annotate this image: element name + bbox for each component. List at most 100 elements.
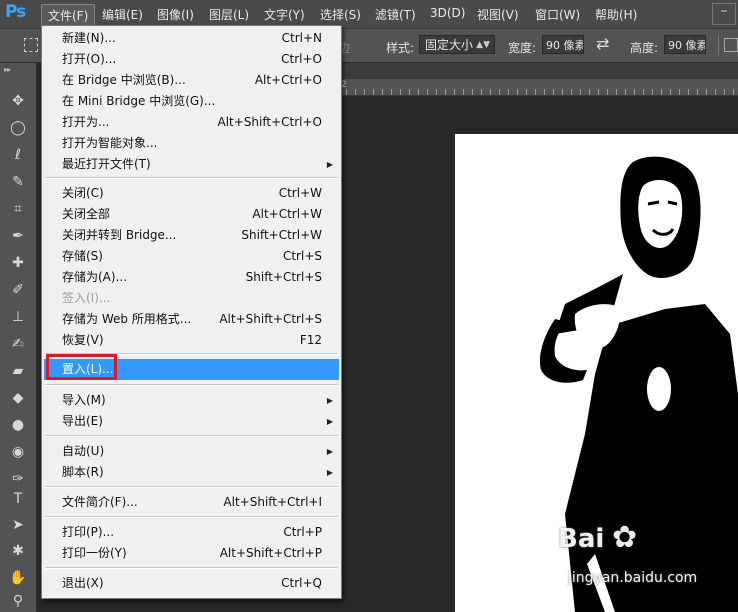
menu-item-save[interactable]: 存储(S) Ctrl+S bbox=[42, 246, 341, 267]
divider bbox=[718, 35, 719, 55]
ellipse-marquee-icon[interactable]: ◯ bbox=[8, 118, 28, 138]
menu-separator bbox=[45, 567, 338, 569]
menu-item-label: 脚本(R) bbox=[62, 465, 104, 479]
type-tool-icon[interactable]: T bbox=[8, 489, 28, 509]
width-label: 宽度: bbox=[508, 41, 537, 55]
menu-item-close[interactable]: 关闭(C) Ctrl+W bbox=[42, 183, 341, 204]
menu-item-label: 打开(O)... bbox=[62, 52, 117, 66]
menu-item-label: 关闭(C) bbox=[62, 186, 104, 200]
dodge-icon[interactable]: ◉ bbox=[8, 442, 28, 462]
menu-view[interactable]: 视图(V) bbox=[477, 6, 519, 23]
menu-item-file-info[interactable]: 文件简介(F)... Alt+Shift+Ctrl+I bbox=[42, 492, 341, 513]
menu-3d[interactable]: 3D(D) bbox=[430, 6, 465, 20]
hand-icon[interactable]: ✋ bbox=[8, 568, 28, 588]
menu-type[interactable]: 文字(Y) bbox=[264, 6, 305, 23]
menu-separator bbox=[45, 435, 338, 437]
menu-item-label: 在 Bridge 中浏览(B)... bbox=[62, 73, 186, 87]
submenu-arrow-icon: ▶ bbox=[326, 468, 333, 477]
menu-item-shortcut: Ctrl+S bbox=[282, 249, 322, 263]
menu-item-shortcut: Ctrl+Q bbox=[281, 576, 322, 590]
marquee-tool-icon[interactable] bbox=[24, 38, 38, 52]
zoom-icon[interactable]: ⚲ bbox=[8, 591, 28, 611]
menu-item-label: 打开为... bbox=[62, 115, 110, 129]
menu-item-browse-bridge[interactable]: 在 Bridge 中浏览(B)... Alt+Ctrl+O bbox=[42, 70, 341, 91]
horizontal-ruler: 2 bbox=[337, 79, 738, 96]
menu-item-shortcut: Alt+Shift+Ctrl+I bbox=[223, 495, 322, 509]
style-select[interactable]: 固定大小 ▲▼ bbox=[419, 35, 495, 54]
menu-item-new[interactable]: 新建(N)... Ctrl+N bbox=[42, 28, 341, 49]
healing-brush-icon[interactable]: ✚ bbox=[8, 253, 28, 273]
menu-help[interactable]: 帮助(H) bbox=[595, 6, 637, 23]
menu-layer[interactable]: 图层(L) bbox=[209, 6, 249, 23]
menu-item-label: 存储为 Web 所用格式... bbox=[62, 312, 192, 326]
menu-item-open-as[interactable]: 打开为... Alt+Shift+Ctrl+O bbox=[42, 112, 341, 133]
menu-item-automate[interactable]: 自动(U) ▶ bbox=[42, 441, 341, 462]
history-brush-icon[interactable]: ✍ bbox=[8, 334, 28, 354]
watermark-url: jingyan.baidu.com bbox=[568, 570, 698, 586]
clone-stamp-icon[interactable]: ⊥ bbox=[8, 307, 28, 327]
menu-item-label: 恢复(V) bbox=[62, 333, 104, 347]
paint-bucket-icon[interactable]: ◆ bbox=[8, 388, 28, 408]
menu-item-close-go-bridge[interactable]: 关闭并转到 Bridge... Shift+Ctrl+W bbox=[42, 225, 341, 246]
eraser-icon[interactable]: ▰ bbox=[8, 361, 28, 381]
height-label: 高度: bbox=[630, 41, 659, 55]
eyedropper-icon[interactable]: ✒ bbox=[8, 226, 28, 246]
menu-item-recent-files[interactable]: 最近打开文件(T) ▶ bbox=[42, 154, 341, 175]
menu-edit[interactable]: 编辑(E) bbox=[102, 6, 143, 23]
menu-item-import[interactable]: 导入(M) ▶ bbox=[42, 390, 341, 411]
menu-item-label: 存储(S) bbox=[62, 249, 103, 263]
menu-item-save-for-web[interactable]: 存储为 Web 所用格式... Alt+Shift+Ctrl+S bbox=[42, 309, 341, 330]
collapse-icon[interactable]: ▸▸ bbox=[4, 65, 11, 74]
blur-icon[interactable]: ● bbox=[8, 415, 28, 435]
menu-item-shortcut: Alt+Ctrl+W bbox=[252, 207, 322, 221]
menu-file[interactable]: 文件(F) bbox=[41, 4, 96, 27]
lasso-icon[interactable]: ℓ bbox=[8, 145, 28, 165]
width-input[interactable]: 90 像素 bbox=[542, 35, 584, 54]
brush-icon[interactable]: ✐ bbox=[8, 280, 28, 300]
menu-item-open-smart-object[interactable]: 打开为智能对象... bbox=[42, 133, 341, 154]
quick-select-icon[interactable]: ✎ bbox=[8, 172, 28, 192]
menu-select[interactable]: 选择(S) bbox=[320, 6, 361, 23]
menu-item-label: 在 Mini Bridge 中浏览(G)... bbox=[62, 94, 216, 108]
path-select-icon[interactable]: ➤ bbox=[8, 515, 28, 535]
menu-filter[interactable]: 滤镜(T) bbox=[375, 6, 416, 23]
style-select-value: 固定大小 bbox=[425, 38, 474, 52]
menu-item-open[interactable]: 打开(O)... Ctrl+O bbox=[42, 49, 341, 70]
menu-item-shortcut: Shift+Ctrl+S bbox=[245, 270, 322, 284]
menu-item-label: 打印(P)... bbox=[62, 525, 115, 539]
menu-item-label: 最近打开文件(T) bbox=[62, 157, 151, 171]
menu-item-export[interactable]: 导出(E) ▶ bbox=[42, 411, 341, 432]
pen-icon[interactable]: ✑ bbox=[8, 469, 28, 489]
crop-icon[interactable]: ⌗ bbox=[8, 199, 28, 219]
menu-item-scripts[interactable]: 脚本(R) ▶ bbox=[42, 462, 341, 483]
move-tool-icon[interactable]: ✥ bbox=[8, 91, 28, 111]
menu-item-revert[interactable]: 恢复(V) F12 bbox=[42, 330, 341, 351]
menu-item-shortcut: Ctrl+W bbox=[278, 186, 322, 200]
menu-item-close-all[interactable]: 关闭全部 Alt+Ctrl+W bbox=[42, 204, 341, 225]
menu-image[interactable]: 图像(I) bbox=[157, 6, 194, 23]
watermark-logo: Bai bbox=[558, 524, 605, 554]
panel-icon[interactable] bbox=[724, 38, 738, 52]
menu-item-label: 打开为智能对象... bbox=[62, 136, 158, 150]
menu-item-exit[interactable]: 退出(X) Ctrl+Q bbox=[42, 573, 341, 594]
menu-item-shortcut: F12 bbox=[299, 333, 322, 347]
submenu-arrow-icon: ▶ bbox=[326, 160, 333, 169]
menu-item-print-one-copy[interactable]: 打印一份(Y) Alt+Shift+Ctrl+P bbox=[42, 543, 341, 564]
menu-item-label: 自动(U) bbox=[62, 444, 105, 458]
menu-item-shortcut: Ctrl+O bbox=[281, 52, 322, 66]
submenu-arrow-icon: ▶ bbox=[326, 396, 333, 405]
custom-shape-icon[interactable]: ✱ bbox=[8, 541, 28, 561]
swap-icon[interactable]: ⇄ bbox=[596, 34, 609, 53]
menu-item-browse-mini-bridge[interactable]: 在 Mini Bridge 中浏览(G)... bbox=[42, 91, 341, 112]
style-label: 样式: bbox=[386, 41, 415, 55]
menu-item-label: 文件简介(F)... bbox=[62, 495, 138, 509]
tools-panel: ▸▸ ✥ ◯ ℓ ✎ ⌗ ✒ ✚ ✐ ⊥ ✍ ▰ ◆ ● ◉ ✑ T ➤ ✱ ✋… bbox=[0, 63, 37, 612]
menu-item-check-in: 签入(I)... bbox=[42, 288, 341, 309]
menu-item-print[interactable]: 打印(P)... Ctrl+P bbox=[42, 522, 341, 543]
height-input[interactable]: 90 像素 bbox=[664, 35, 706, 54]
minimize-icon[interactable]: – bbox=[712, 3, 736, 25]
menu-window[interactable]: 窗口(W) bbox=[535, 6, 580, 23]
menu-item-shortcut: Alt+Shift+Ctrl+O bbox=[217, 115, 322, 129]
baidu-watermark: Bai ✿ jingyan.baidu.com bbox=[528, 520, 708, 602]
menu-item-save-as[interactable]: 存储为(A)... Shift+Ctrl+S bbox=[42, 267, 341, 288]
